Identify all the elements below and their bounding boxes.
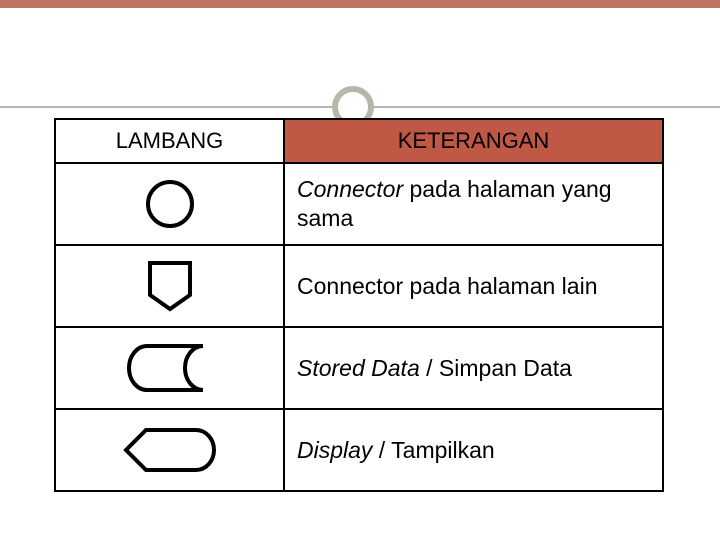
top-accent-bar [0, 0, 720, 8]
connector-off-page-icon [144, 259, 196, 313]
desc-cell: Connector pada halaman lain [284, 245, 663, 327]
table-row: Connector pada halaman lain [55, 245, 663, 327]
desc-plain: / Simpan Data [420, 355, 572, 381]
desc-italic: Connector [297, 176, 403, 202]
symbol-cell [55, 409, 284, 491]
desc-cell: Display / Tampilkan [284, 409, 663, 491]
table-header-row: LAMBANG KETERANGAN [55, 119, 663, 163]
desc-cell: Connector pada halaman yang sama [284, 163, 663, 245]
symbol-cell [55, 327, 284, 409]
desc-cell: Stored Data / Simpan Data [284, 327, 663, 409]
symbol-cell [55, 163, 284, 245]
legend-table: LAMBANG KETERANGAN Connector pada halama… [54, 118, 664, 492]
table-row: Connector pada halaman yang sama [55, 163, 663, 245]
stored-data-icon [125, 340, 215, 396]
table-row: Stored Data / Simpan Data [55, 327, 663, 409]
display-icon [122, 424, 218, 476]
slide: LAMBANG KETERANGAN Connector pada halama… [0, 0, 720, 540]
desc-italic: Stored Data [297, 355, 420, 381]
connector-same-page-icon [144, 178, 196, 230]
desc-plain: / Tampilkan [372, 437, 494, 463]
table-row: Display / Tampilkan [55, 409, 663, 491]
header-keterangan: KETERANGAN [284, 119, 663, 163]
header-lambang: LAMBANG [55, 119, 284, 163]
symbol-cell [55, 245, 284, 327]
desc-italic: Display [297, 437, 372, 463]
desc-plain: Connector pada halaman lain [297, 273, 597, 299]
